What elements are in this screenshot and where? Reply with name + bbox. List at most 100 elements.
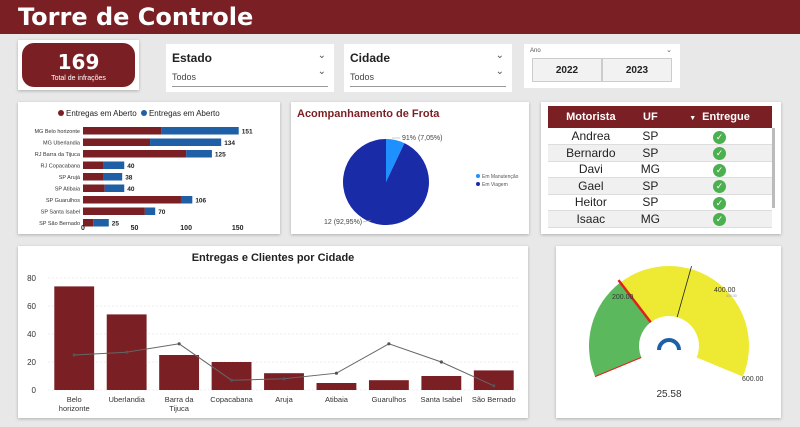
chevron-down-icon[interactable]: ⌄ (496, 66, 504, 77)
combo-card: Entregas e Clientes por Cidade 0 20 40 60 80… (18, 246, 528, 418)
year-2023-button[interactable]: 2023 (602, 58, 672, 82)
chevron-down-icon[interactable]: ⌄ (666, 46, 672, 54)
x-tick-label: 150 (232, 225, 244, 232)
sort-icon[interactable]: ▼ (689, 115, 696, 122)
motorista-name: Davi (548, 161, 634, 178)
bar-segment (150, 138, 222, 146)
entregue-cell: ✓ (667, 144, 772, 162)
year-2022-button[interactable]: 2022 (532, 58, 602, 82)
x-tick-label: Guarulhos (372, 395, 407, 404)
estado-slicer[interactable]: Estado ⌄ Todos ⌄ (166, 44, 334, 92)
motorista-uf: MG (633, 161, 668, 178)
bar (211, 362, 252, 390)
cidade-slicer[interactable]: Cidade ⌄ Todos ⌄ (344, 44, 512, 92)
table-row[interactable]: Heitor SP ✓ (548, 194, 772, 211)
line-point (229, 378, 234, 382)
category-label: SP Arujá (59, 175, 81, 181)
motorista-uf: SP (633, 177, 668, 195)
gauge-value: 25.58 (656, 389, 681, 400)
x-tick-label: Aruja (275, 395, 293, 404)
page-title: Torre de Controle (18, 3, 254, 31)
pie-data-label: 12 (92,95%) (324, 219, 362, 226)
scrollbar[interactable] (772, 128, 775, 208)
table-row[interactable]: Bernardo SP ✓ (548, 144, 772, 162)
category-label: RJ Barra da Tijuca (35, 152, 81, 158)
chevron-down-icon[interactable]: ⌄ (496, 50, 504, 61)
line-point (334, 371, 339, 375)
bar-segment (93, 219, 109, 227)
ano-label: Ano (530, 48, 541, 54)
motorista-uf: SP (633, 144, 668, 162)
table-row[interactable]: Davi MG ✓ (548, 161, 772, 178)
data-label: 125 (215, 152, 226, 159)
x-tick-label: São Bernado (472, 395, 516, 404)
kpi-label: Total de infrações (51, 75, 106, 82)
bar-segment (104, 184, 125, 192)
data-label: 40 (127, 186, 135, 193)
data-label: 25 (112, 221, 120, 228)
motorista-uf: SP (633, 128, 668, 145)
y-tick-label: 80 (27, 274, 36, 283)
x-tick-label: 0 (81, 225, 85, 232)
pie-slice (343, 139, 429, 225)
chevron-down-icon[interactable]: ⌄ (318, 50, 326, 61)
col-uf[interactable]: UF (633, 106, 668, 128)
entregue-cell: ✓ (667, 210, 772, 228)
cidade-value[interactable]: Todos (350, 72, 374, 82)
table-row[interactable]: Gael SP ✓ (548, 177, 772, 195)
kpi-value: 169 (57, 50, 100, 74)
kpi-badge: 169 Total de infrações (22, 43, 135, 87)
bar-segment (103, 161, 125, 169)
category-label: SP Guarulhos (46, 198, 80, 204)
legend-dot (476, 174, 480, 178)
legend-entry: Em Manutenção (482, 174, 519, 180)
gauge-label: 400.00 (714, 287, 736, 294)
col-motorista[interactable]: Motorista (548, 106, 634, 128)
bar-segment (83, 184, 105, 192)
col-entregue[interactable]: ▼ Entregue (667, 106, 772, 128)
table-row[interactable]: Isaac MG ✓ (548, 210, 772, 228)
motorista-uf: SP (633, 194, 668, 211)
combo-chart: 0 20 40 60 80 Belohorizonte Uberlandia Barra da… (27, 274, 520, 413)
gauge-label: 200.00 (612, 294, 634, 301)
kpi-card: 169 Total de infrações (18, 40, 139, 90)
category-label: RJ Copacabana (41, 164, 81, 170)
category-label: MG Belo horizonte (34, 129, 80, 135)
line-point (177, 342, 181, 346)
check-icon: ✓ (713, 180, 727, 194)
bar-segment (186, 150, 212, 158)
data-label: 106 (195, 198, 206, 205)
table-row[interactable]: Andrea SP ✓ (548, 128, 772, 145)
x-tick-label: Atibaia (325, 395, 349, 404)
motorista-name: Bernardo (548, 144, 634, 162)
gauge-chart: 200.00 400.00400.00 600.00 25.58 (589, 266, 764, 400)
y-tick-label: 0 (32, 386, 37, 395)
bar (421, 376, 462, 390)
y-tick-label: 40 (27, 330, 36, 339)
motorista-name: Isaac (548, 210, 634, 228)
line-point (492, 384, 496, 388)
entregas-bar-card: Entregas em Aberto Entregas em Aberto MG… (18, 102, 280, 234)
bar-segment (83, 138, 151, 146)
line-point (282, 377, 286, 381)
estado-value[interactable]: Todos (172, 72, 196, 82)
line-point (72, 353, 76, 357)
frota-pie-chart: 91% (7,05%) 12 (92,95%) Em Manutenção Em Vi… (324, 135, 519, 226)
data-label: 40 (127, 163, 135, 170)
chevron-down-icon[interactable]: ⌄ (318, 66, 326, 77)
x-tick-label: horizonte (59, 404, 90, 413)
line-point (125, 350, 129, 354)
motorista-uf: MG (633, 210, 668, 228)
frota-card: Acompanhamento de Frota 91% (7,05%) 12 (9… (291, 102, 529, 234)
bar-segment (144, 207, 156, 215)
line-point (387, 342, 391, 346)
motoristas-card: Motorista UF ▼ Entregue Andrea SP ✓ Bernardo… (541, 102, 781, 234)
x-tick-label: Santa Isabel (420, 395, 462, 404)
pie-data-label: 91% (7,05%) (402, 135, 442, 142)
motorista-name: Gael (548, 177, 634, 195)
category-label: SP São Bernado (39, 221, 80, 227)
bar-segment (83, 150, 187, 158)
bar-segment (161, 127, 239, 135)
bar (54, 286, 95, 390)
line-point (439, 360, 443, 364)
